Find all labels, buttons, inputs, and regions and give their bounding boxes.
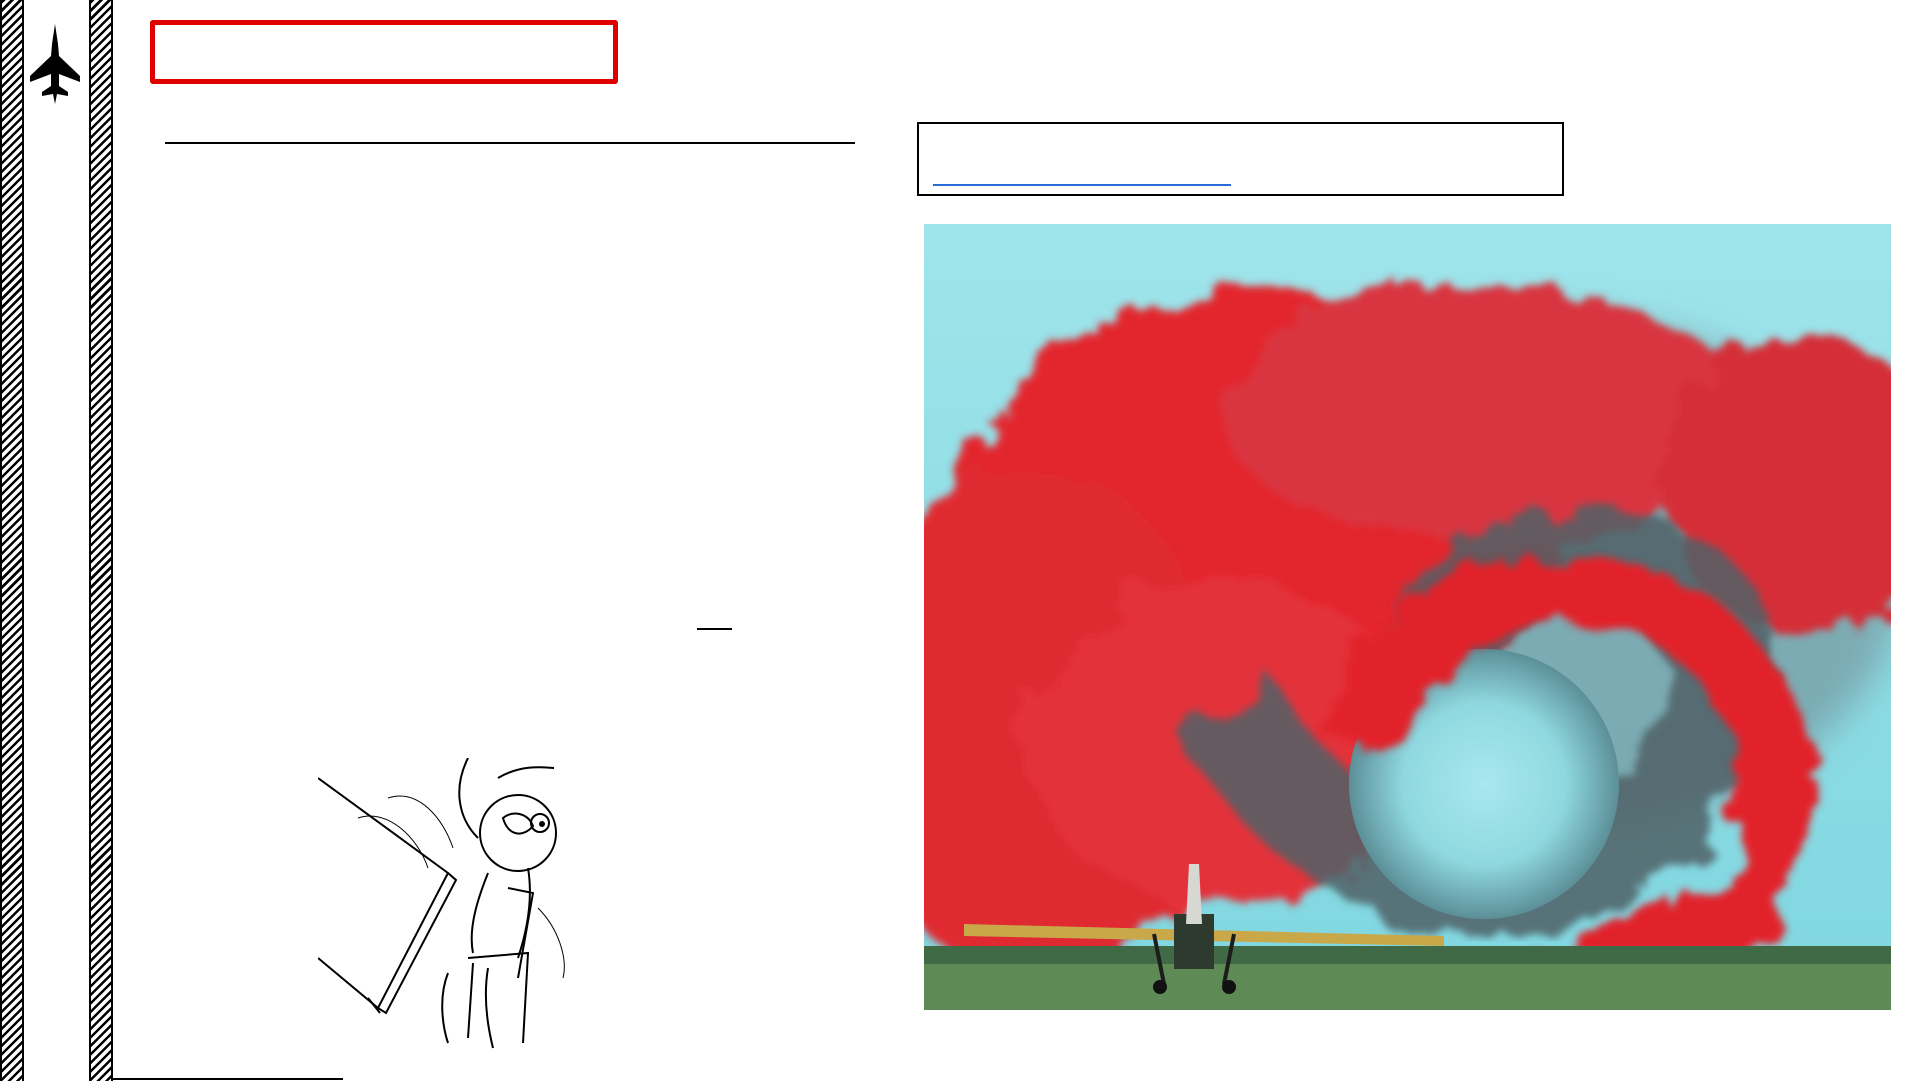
caption-link-underline[interactable] [933,184,1231,186]
left-hatched-border [0,0,24,1081]
rage-comic-drawing [318,758,565,1049]
caption-box [917,122,1564,196]
fighter-jet-icon [30,24,80,104]
bottom-rule [113,1078,343,1080]
title-underline-rule [165,142,855,144]
vortex-photo [924,224,1891,1010]
body-text [165,160,855,720]
small-dash [697,628,732,630]
slide-title [155,25,613,45]
title-box [150,20,618,84]
right-hatched-border [89,0,113,1081]
